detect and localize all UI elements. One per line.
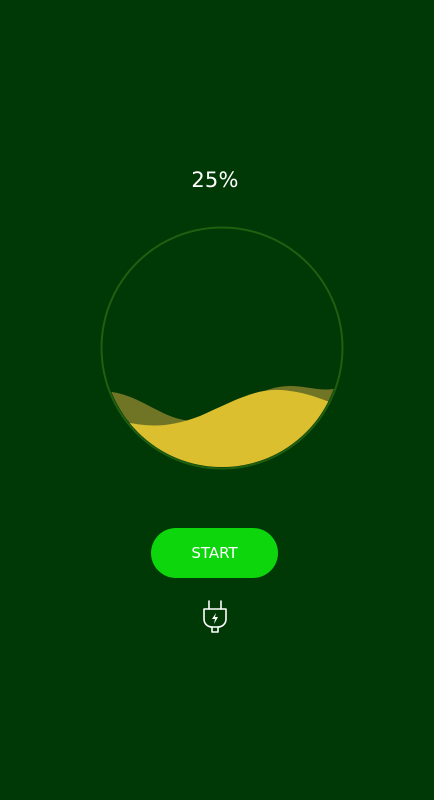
start-button[interactable]: START: [151, 528, 278, 578]
battery-charge-screen: 25% START: [0, 0, 434, 800]
battery-percent-label: 25%: [191, 168, 239, 192]
plug-icon: [203, 600, 227, 633]
battery-level-gauge: [100, 226, 344, 470]
